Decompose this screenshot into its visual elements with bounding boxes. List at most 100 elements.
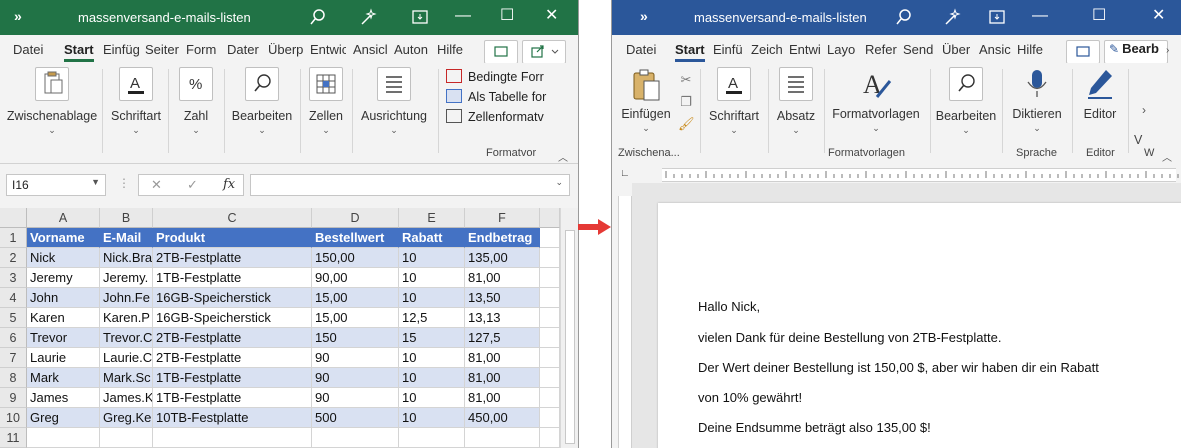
table-cell[interactable]: 16GB-Speicherstick [153,288,312,308]
row-header[interactable]: 5 [0,308,27,328]
scrollbar-thumb[interactable] [565,230,575,444]
close-button[interactable]: ✕ [1152,8,1165,24]
tab-entwurf[interactable]: Entwi [789,42,821,57]
table-cell[interactable] [540,408,560,428]
table-cell[interactable]: 81,00 [465,368,540,388]
select-all-corner[interactable] [0,208,27,228]
table-cell[interactable]: 90,00 [312,268,399,288]
table-cell[interactable]: Nick [27,248,100,268]
ribbon-display-icon[interactable] [410,7,430,27]
tab-einfuegen[interactable]: Einfüg [103,42,139,57]
tab-zeichnen[interactable]: Zeich [751,42,784,57]
copy-icon[interactable]: ❐ [678,91,694,113]
table-cell[interactable]: 2TB-Festplatte [153,248,312,268]
share-button[interactable] [522,40,566,64]
column-header-c[interactable]: C [153,208,312,228]
row-header[interactable]: 4 [0,288,27,308]
wand-icon[interactable] [358,7,378,27]
editor-button[interactable]: Editor [1076,67,1124,121]
chevron-down-icon[interactable]: ▼ [91,177,100,187]
column-header-g[interactable] [540,208,560,228]
tab-start[interactable]: Start [64,42,94,62]
cell-styles-button[interactable]: Zellenformatv [446,109,570,129]
collapse-ribbon-icon[interactable]: ︿ [558,149,568,164]
table-cell[interactable] [153,428,312,448]
table-header-cell[interactable]: Endbetrag [465,228,540,248]
table-cell[interactable] [465,428,540,448]
table-cell[interactable] [540,388,560,408]
tab-selector-icon[interactable]: ∟ [620,168,630,179]
styles-button[interactable]: A Formatvorlagen ⌄ [828,67,924,134]
table-cell[interactable]: 10 [399,248,465,268]
table-cell[interactable]: 90 [312,348,399,368]
table-cell[interactable] [540,228,560,248]
table-cell[interactable]: 15 [399,328,465,348]
table-cell[interactable] [399,428,465,448]
column-header-d[interactable]: D [312,208,399,228]
table-cell[interactable]: 150,00 [312,248,399,268]
table-cell[interactable] [312,428,399,448]
paste-button[interactable]: Einfügen ⌄ [616,67,676,134]
tab-ueberpruefen[interactable]: Überp [268,42,304,57]
table-cell[interactable] [540,328,560,348]
name-box[interactable]: I16 ▼ [6,174,106,196]
tab-automatisieren[interactable]: Auton [394,42,430,57]
cut-icon[interactable]: ✂ [678,69,694,91]
scroll-ribbon-right-icon[interactable]: › [1142,103,1146,117]
table-cell[interactable] [27,428,100,448]
table-cell[interactable]: Mark.Sc [100,368,153,388]
table-cell[interactable]: Nick.Bra [100,248,153,268]
table-cell[interactable]: 90 [312,388,399,408]
table-cell[interactable] [540,428,560,448]
table-cell[interactable]: 15,00 [312,288,399,308]
editing-group[interactable]: Bearbeiten ⌄ [934,67,998,136]
horizontal-ruler[interactable]: ∟ [612,163,1181,183]
quick-access-chevron-icon[interactable]: » [14,8,22,24]
table-cell[interactable]: 10 [399,408,465,428]
tab-ueberpruefen[interactable]: Über [942,42,972,57]
tab-hilfe[interactable]: Hilfe [437,42,463,57]
vertical-scrollbar[interactable] [560,208,578,448]
vertical-ruler[interactable] [618,196,632,448]
column-header-b[interactable]: B [100,208,153,228]
tab-start[interactable]: Start [675,42,705,62]
tab-einfuegen[interactable]: Einfü [713,42,746,57]
table-cell[interactable]: Greg [27,408,100,428]
table-cell[interactable]: 1TB-Festplatte [153,268,312,288]
table-cell[interactable]: Greg.Ke [100,408,153,428]
table-cell[interactable]: John.Fe [100,288,153,308]
table-cell[interactable]: 450,00 [465,408,540,428]
table-cell[interactable]: 2TB-Festplatte [153,328,312,348]
tab-sendungen[interactable]: Send [903,42,935,57]
comments-button[interactable] [1066,40,1100,64]
table-cell[interactable] [540,368,560,388]
table-cell[interactable]: 10 [399,368,465,388]
collapse-ribbon-icon[interactable]: ︿ [1162,149,1172,164]
table-cell[interactable] [540,308,560,328]
doc-greeting[interactable]: Hallo Nick, [698,299,760,314]
table-cell[interactable]: Laurie.C [100,348,153,368]
table-cell[interactable]: Trevor.C [100,328,153,348]
scroll-tabs-right-icon[interactable]: › [1166,45,1169,56]
table-cell[interactable] [100,428,153,448]
table-cell[interactable]: 127,5 [465,328,540,348]
row-header[interactable]: 1 [0,228,27,248]
column-header-e[interactable]: E [399,208,465,228]
table-cell[interactable]: 81,00 [465,388,540,408]
tab-datei[interactable]: Datei [13,42,43,57]
font-group[interactable]: A Schriftart ⌄ [706,67,762,136]
number-group[interactable]: % Zahl ⌄ [172,67,220,136]
table-cell[interactable]: 10 [399,288,465,308]
close-button[interactable]: ✕ [545,8,558,24]
row-header[interactable]: 10 [0,408,27,428]
row-header[interactable]: 11 [0,428,27,448]
wand-icon[interactable] [942,7,962,27]
table-cell[interactable]: John [27,288,100,308]
conditional-formatting-button[interactable]: Bedingte Forr [446,69,570,89]
table-cell[interactable]: 12,5 [399,308,465,328]
table-cell[interactable]: 81,00 [465,268,540,288]
table-header-cell[interactable]: Rabatt [399,228,465,248]
table-cell[interactable]: James.K [100,388,153,408]
tab-ansicht[interactable]: Ansicl [353,42,387,57]
table-cell[interactable]: 10 [399,348,465,368]
